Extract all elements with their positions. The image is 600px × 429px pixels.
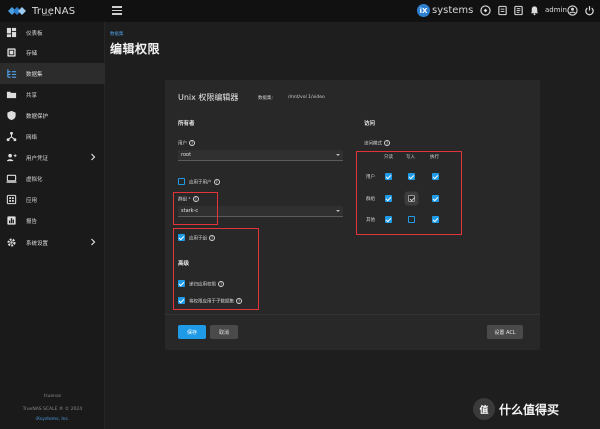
reporting-icon [7,216,16,225]
sidebar-item-reporting[interactable]: 报告 [0,210,105,231]
sidebar-item-credentials[interactable]: 用户凭证 [0,147,105,168]
chevron-right-icon [91,153,96,161]
site-watermark: 值 什么值得买 [473,398,559,420]
help-icon[interactable]: ? [213,179,220,185]
sidebar-item-data-protection[interactable]: 数据保护 [0,105,105,126]
sidebar-item-apps[interactable]: 应用 [0,189,105,210]
apply-user-label: 应用于用户? [189,179,220,186]
sidebar-item-virtualization[interactable]: 虚拟化 [0,168,105,189]
sidebar-item-label: 存储 [26,50,38,57]
access-section-title: 访问 [364,121,376,127]
footer-copyright: TrueNAS SCALE ® © 2024 [22,407,83,412]
account-icon[interactable] [567,5,578,16]
credentials-icon [6,153,17,162]
editor-title: Unix 权限编辑器 [178,93,239,102]
set-acl-button[interactable]: 设置 ACL [487,325,523,339]
menu-toggle-icon[interactable] [112,6,122,15]
help-icon[interactable]: ? [189,140,195,146]
ixsystems-logo[interactable]: iX systems [417,4,473,17]
watermark-text: 什么值得买 [499,402,560,417]
gear-icon [7,238,16,247]
sidebar-item-label: 用户凭证 [26,155,49,162]
page-title: 编辑权限 [110,42,161,56]
shares-icon [6,91,17,99]
notifications-bell-icon[interactable] [529,5,540,16]
sidebar-item-system-settings[interactable]: 系统设置 [0,232,105,253]
chevron-down-icon [336,210,340,212]
sidebar-item-shares[interactable]: 共享 [0,84,105,105]
dataset-label: 数据集: [258,96,274,101]
help-icon[interactable]: ? [384,140,390,146]
highlight-group-field [173,192,218,225]
owner-section-title: 所有者 [178,121,195,127]
truenas-logo[interactable]: TrueNAS [6,3,75,19]
chevron-right-icon [91,238,96,246]
card-divider [165,314,540,315]
brand-sub: SCALE [42,13,52,17]
ix-badge: iX [417,4,430,17]
power-icon[interactable] [584,5,595,16]
access-mode-label: 访问模式? [364,140,390,147]
breadcrumb[interactable]: 数据集 [110,31,124,37]
chevron-down-icon [336,154,340,156]
vendor-name: systems [432,5,474,16]
save-button[interactable]: 保存 [178,325,206,339]
apps-icon [6,194,17,205]
footer-company-link[interactable]: iXsystems, Inc. [0,417,105,422]
user-field-label: 用户? [178,140,195,147]
sidebar-item-label: 仪表板 [26,30,43,37]
user-menu-label[interactable]: admin [545,6,567,14]
data-protection-icon [7,110,16,121]
highlight-access-matrix [356,151,462,235]
top-bar: TrueNAS SCALE iX systems admin [0,0,600,22]
sidebar-item-datasets[interactable]: 数据集 [0,63,105,84]
sidebar-item-label: 网络 [26,134,38,141]
sidebar-item-label: 系统设置 [26,240,49,247]
network-icon [6,131,17,142]
sidebar-item-network[interactable]: 网络 [0,126,105,147]
sidebar-item-label: 共享 [26,92,38,99]
virtualization-icon [6,174,17,183]
truenas-logo-icon [8,7,26,15]
dashboard-icon [6,27,17,38]
sidebar-item-label: 数据保护 [26,113,49,120]
watermark-badge: 值 [473,398,495,420]
sidebar-item-label: 应用 [26,197,38,204]
sidebar: 仪表板 存储 数据集 共享 数据保护 网络 用户凭证 虚拟化 应用 报告 系统设… [0,22,105,429]
truenas-app: TrueNAS SCALE iX systems admin 仪表板 存储 数据… [0,0,600,429]
user-select-value: root [181,152,192,158]
truecommand-icon[interactable] [480,5,491,16]
apply-user-checkbox[interactable] [178,178,185,185]
sidebar-item-label: 数据集 [26,71,43,78]
dataset-path: /mnt/vol 1/video [288,95,325,100]
sidebar-item-label: 虚拟化 [26,176,43,183]
sidebar-item-label: 报告 [26,218,38,225]
footer-hostname: truenas [43,394,62,399]
sidebar-item-dashboard[interactable]: 仪表板 [0,22,105,43]
cancel-button[interactable]: 取消 [210,325,238,339]
user-select[interactable]: root [178,150,343,161]
storage-icon [7,48,16,57]
datasets-icon [7,69,17,78]
brand-name: TrueNAS [32,5,76,17]
directory-services-icon[interactable] [513,5,524,16]
jobs-icon[interactable] [497,5,508,16]
sidebar-item-storage[interactable]: 存储 [0,42,105,63]
highlight-advanced-options [173,228,259,310]
